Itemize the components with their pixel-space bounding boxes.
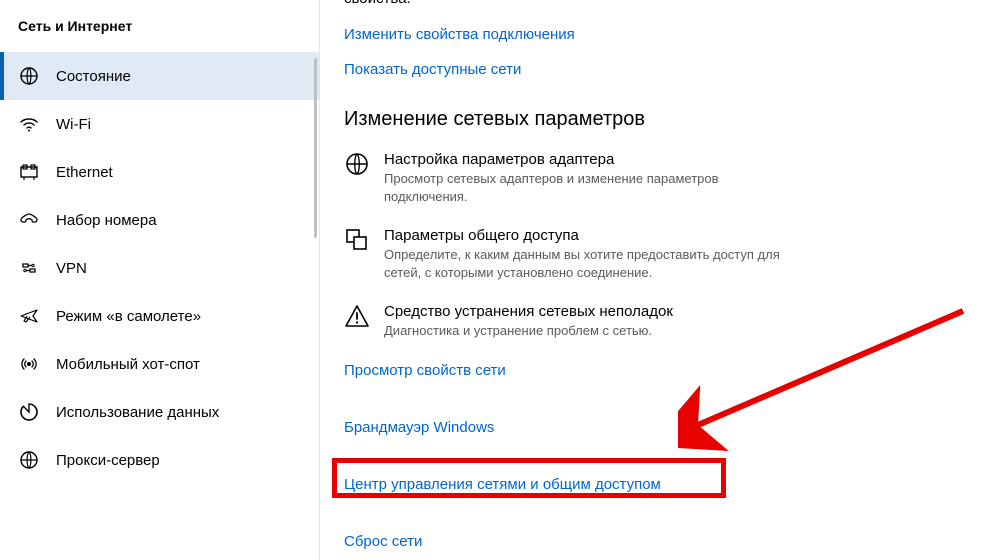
truncated-text: свойства.	[344, 0, 965, 8]
dialup-icon	[18, 209, 40, 231]
link-network-sharing-center[interactable]: Центр управления сетями и общим доступом	[344, 476, 661, 493]
sidebar-item-wifi[interactable]: Wi-Fi	[0, 100, 319, 148]
sidebar-item-label: Прокси-сервер	[56, 452, 160, 469]
sidebar-heading: Сеть и Интернет	[0, 14, 319, 52]
setting-title: Параметры общего доступа	[384, 227, 965, 244]
ethernet-icon	[18, 161, 40, 183]
sidebar-item-label: Состояние	[56, 68, 131, 85]
hotspot-icon	[18, 353, 40, 375]
sidebar-item-vpn[interactable]: VPN	[0, 244, 319, 292]
link-show-available-networks[interactable]: Показать доступные сети	[344, 61, 521, 78]
link-change-connection-props[interactable]: Изменить свойства подключения	[344, 26, 575, 43]
wifi-icon	[18, 113, 40, 135]
troubleshoot-icon	[344, 303, 384, 340]
link-view-network-props[interactable]: Просмотр свойств сети	[344, 362, 506, 379]
sharing-icon	[344, 227, 384, 281]
main-content: свойства. Изменить свойства подключения …	[320, 0, 989, 560]
sidebar-item-label: Мобильный хот-спот	[56, 356, 200, 373]
sidebar-item-label: VPN	[56, 260, 87, 277]
setting-title: Настройка параметров адаптера	[384, 151, 965, 168]
setting-desc: Диагностика и устранение проблем с сетью…	[384, 322, 804, 340]
sidebar-item-proxy[interactable]: Прокси-сервер	[0, 436, 319, 484]
datausage-icon	[18, 401, 40, 423]
adapter-icon	[344, 151, 384, 205]
link-network-reset[interactable]: Сброс сети	[344, 533, 422, 550]
sidebar-item-ethernet[interactable]: Ethernet	[0, 148, 319, 196]
sidebar-item-label: Ethernet	[56, 164, 113, 181]
sidebar-item-status[interactable]: Состояние	[0, 52, 319, 100]
status-icon	[18, 65, 40, 87]
setting-desc: Просмотр сетевых адаптеров и изменение п…	[384, 170, 804, 205]
vpn-icon	[18, 257, 40, 279]
setting-adapter-options[interactable]: Настройка параметров адаптера Просмотр с…	[344, 151, 965, 205]
sidebar-scrollbar[interactable]	[314, 58, 317, 238]
airplane-icon	[18, 305, 40, 327]
sidebar-item-label: Режим «в самолете»	[56, 308, 201, 325]
section-title: Изменение сетевых параметров	[344, 108, 965, 131]
setting-sharing-options[interactable]: Параметры общего доступа Определите, к к…	[344, 227, 965, 281]
sidebar-item-label: Использование данных	[56, 404, 219, 421]
sidebar-item-hotspot[interactable]: Мобильный хот-спот	[0, 340, 319, 388]
sidebar-item-datausage[interactable]: Использование данных	[0, 388, 319, 436]
setting-desc: Определите, к каким данным вы хотите пре…	[384, 246, 804, 281]
setting-troubleshoot[interactable]: Средство устранения сетевых неполадок Ди…	[344, 303, 965, 340]
sidebar-item-label: Набор номера	[56, 212, 157, 229]
sidebar: Сеть и Интернет Состояние Wi-Fi Ethernet…	[0, 0, 320, 560]
setting-title: Средство устранения сетевых неполадок	[384, 303, 965, 320]
link-windows-firewall[interactable]: Брандмауэр Windows	[344, 419, 494, 436]
sidebar-item-dialup[interactable]: Набор номера	[0, 196, 319, 244]
sidebar-item-airplane[interactable]: Режим «в самолете»	[0, 292, 319, 340]
sidebar-item-label: Wi-Fi	[56, 116, 91, 133]
proxy-icon	[18, 449, 40, 471]
